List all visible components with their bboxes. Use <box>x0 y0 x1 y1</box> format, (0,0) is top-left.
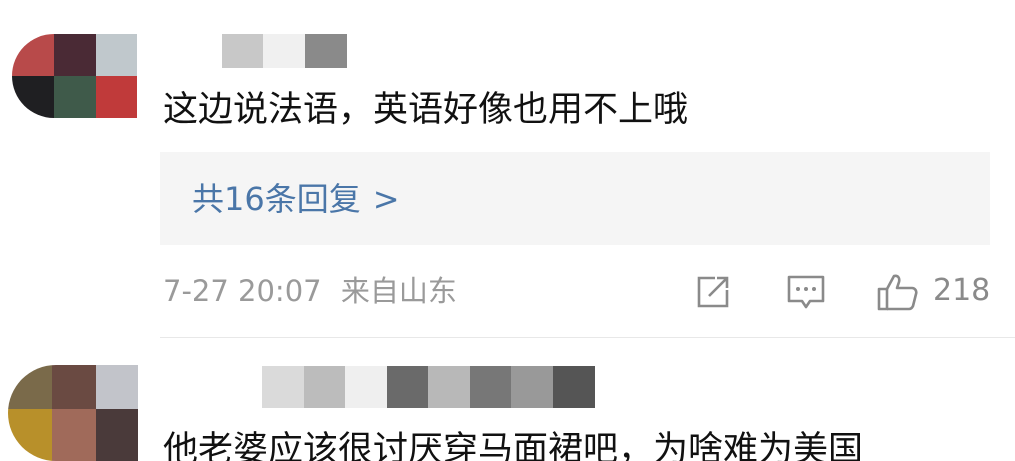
avatar-mosaic-tile <box>96 76 137 118</box>
comment-feed: 这边说法语，英语好像也用不上哦 共16条回复 > 7-27 20:07 来自山东 … <box>0 0 1015 461</box>
comment-icon[interactable] <box>785 272 825 312</box>
avatar-mosaic-tile <box>12 76 54 118</box>
comment-text: 他老婆应该很讨厌穿马面裙吧，为啥难为美国 <box>163 430 864 461</box>
username-mosaic-tile <box>263 34 306 68</box>
avatar-mosaic-tile <box>54 76 96 118</box>
username-mosaic-tile <box>469 366 512 408</box>
username-mosaic-tile <box>345 366 387 408</box>
avatar-mosaic-tile <box>96 365 138 409</box>
comment-timestamp: 7-27 20:07 <box>163 274 322 308</box>
view-replies-label: 共16条回复 > <box>192 176 400 222</box>
avatar[interactable] <box>12 34 137 118</box>
replies-count-text: 共16条回复 <box>192 180 361 218</box>
username-mosaic-tile <box>386 366 429 408</box>
share-icon[interactable] <box>693 272 733 312</box>
avatar-mosaic-tile <box>8 365 52 409</box>
avatar-mosaic-tile <box>96 409 138 461</box>
comment-text: 这边说法语，英语好像也用不上哦 <box>163 90 689 130</box>
chevron-right-icon: > <box>372 180 400 218</box>
username-mosaic-tile <box>262 366 304 408</box>
username-blurred[interactable] <box>222 34 347 68</box>
comment-location: 来自山东 <box>340 274 457 308</box>
avatar-mosaic-tile <box>8 409 52 461</box>
username-mosaic-tile <box>428 366 470 408</box>
avatar-mosaic-tile <box>54 34 96 76</box>
divider <box>160 337 1015 338</box>
avatar[interactable] <box>8 365 138 461</box>
username-mosaic-tile <box>303 366 346 408</box>
thumbs-up-icon[interactable] <box>876 272 920 312</box>
username-mosaic-tile <box>552 366 595 408</box>
view-replies-button[interactable]: 共16条回复 > <box>160 152 990 245</box>
avatar-mosaic-tile <box>96 34 137 76</box>
username-mosaic-tile <box>304 34 347 68</box>
username-mosaic-tile <box>222 34 264 68</box>
username-mosaic-tile <box>511 366 553 408</box>
comment-meta: 7-27 20:07 来自山东 <box>163 270 457 312</box>
avatar-mosaic-tile <box>12 34 54 76</box>
avatar-mosaic-tile <box>52 409 96 461</box>
like-count: 218 <box>933 273 991 308</box>
avatar-mosaic-tile <box>52 365 96 409</box>
username-blurred[interactable] <box>262 366 595 408</box>
